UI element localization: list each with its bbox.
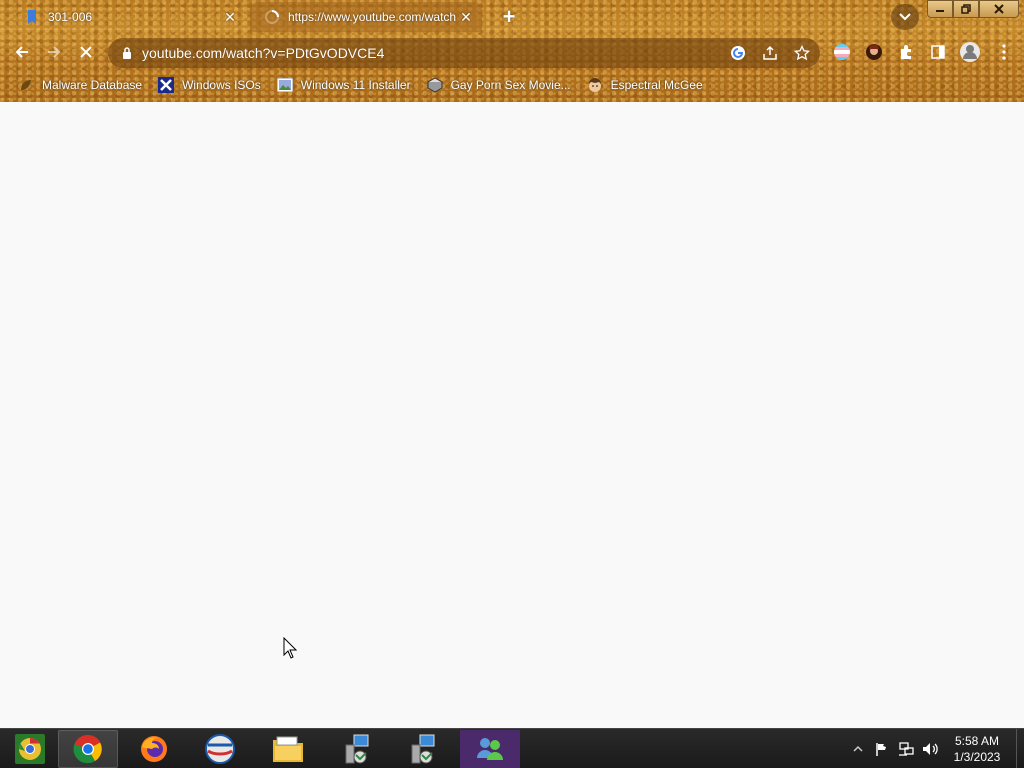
taskbar-users-app[interactable] (460, 730, 520, 768)
x-logo-icon (158, 77, 175, 93)
forward-button[interactable] (40, 38, 68, 66)
bookmark-gay-porn-sex-movie[interactable]: Gay Porn Sex Movie... (421, 74, 577, 96)
taskbar-network-setup-1[interactable] (326, 730, 386, 768)
tab-close-icon[interactable]: ✕ (222, 9, 238, 25)
stop-icon (80, 46, 92, 58)
show-hidden-icons-icon[interactable] (846, 737, 870, 761)
restore-icon (961, 4, 971, 14)
kebab-menu-icon[interactable] (990, 38, 1018, 66)
taskbar: 5:58 AM 1/3/2023 (0, 728, 1024, 768)
minimize-button[interactable] (927, 0, 953, 18)
new-tab-button[interactable]: + (496, 5, 522, 29)
bookmark-label: Malware Database (42, 78, 143, 92)
loading-spinner-icon (264, 9, 280, 25)
arrow-right-icon (48, 46, 61, 58)
bookmark-malware-database[interactable]: Malware Database (12, 74, 148, 96)
tab-title: 301-006 (48, 10, 93, 24)
back-button[interactable] (8, 38, 36, 66)
url-text[interactable]: youtube.com/watch?v=PDtGvODVCE4 (142, 45, 724, 61)
tab-strip: 301-006 ✕ https://www.youtube.com/watch … (0, 0, 1024, 34)
lock-icon[interactable] (120, 47, 134, 59)
users-icon (477, 738, 503, 760)
volume-icon[interactable] (918, 737, 942, 761)
disk-icon (426, 77, 443, 93)
opera-icon (205, 734, 235, 764)
face-icon (587, 77, 603, 93)
profile-avatar-icon[interactable] (956, 38, 984, 66)
bookmark-label: Windows ISOs (182, 78, 261, 92)
tab-301-006[interactable]: 301-006 ✕ (10, 2, 246, 32)
taskbar-network-setup-2[interactable] (392, 730, 452, 768)
image-icon (276, 77, 293, 93)
trans-flag-extension-icon[interactable] (828, 38, 856, 66)
share-icon[interactable] (756, 39, 784, 67)
leaf-icon (18, 77, 34, 93)
chrome-canary-icon (15, 734, 45, 764)
browser-frame: 301-006 ✕ https://www.youtube.com/watch … (0, 0, 1024, 102)
chevron-down-icon (899, 13, 911, 21)
google-lens-icon[interactable] (724, 39, 752, 67)
show-desktop-button[interactable] (1016, 729, 1024, 768)
taskbar-chrome-canary[interactable] (0, 730, 60, 768)
file-explorer-icon (273, 736, 303, 762)
address-bar[interactable]: youtube.com/watch?v=PDtGvODVCE4 (108, 38, 820, 68)
network-icon[interactable] (894, 737, 918, 761)
taskbar-file-explorer[interactable] (258, 730, 318, 768)
tab-search-button[interactable] (891, 4, 919, 30)
stop-loading-button[interactable] (72, 38, 100, 66)
close-window-button[interactable] (979, 0, 1019, 18)
browser-toolbar: youtube.com/watch?v=PDtGvODVCE4 (0, 36, 1024, 70)
tab-close-icon[interactable]: ✕ (458, 9, 474, 25)
close-icon (994, 4, 1004, 14)
mouse-cursor-icon (283, 637, 297, 659)
taskbar-opera[interactable] (190, 730, 250, 768)
network-setup-icon (345, 734, 369, 764)
bookmark-label: Windows 11 Installer (300, 78, 411, 92)
taskbar-chrome[interactable] (58, 730, 118, 768)
puzzle-extensions-icon[interactable] (892, 38, 920, 66)
tab-title: https://www.youtube.com/watch (288, 10, 457, 24)
clock-date: 1/3/2023 (953, 750, 1001, 764)
bookmark-espectral-mcgee[interactable]: Espectral McGee (581, 74, 709, 96)
bookmark-windows-11-installer[interactable]: Windows 11 Installer (271, 74, 417, 96)
firefox-icon (141, 736, 167, 762)
chrome-icon (73, 734, 102, 764)
bookmark-windows-isos[interactable]: Windows ISOs (152, 74, 267, 96)
bookmarks-bar: Malware Database Windows ISOs Windows 11… (0, 72, 1024, 98)
bookmark-blue-icon (24, 9, 40, 25)
tab-youtube[interactable]: https://www.youtube.com/watch ✕ (250, 2, 482, 32)
network-setup-icon (411, 734, 435, 764)
bookmark-label: Gay Porn Sex Movie... (450, 78, 571, 92)
minimize-icon (936, 10, 944, 12)
taskbar-firefox[interactable] (124, 730, 184, 768)
arrow-left-icon (15, 46, 28, 58)
avatar-extension-icon[interactable] (860, 38, 888, 66)
side-panel-icon[interactable] (924, 38, 952, 66)
clock[interactable]: 5:58 AM 1/3/2023 (942, 733, 1012, 765)
action-center-flag-icon[interactable] (870, 737, 894, 761)
bookmark-label: Espectral McGee (610, 78, 703, 92)
star-bookmark-icon[interactable] (788, 39, 816, 67)
system-tray: 5:58 AM 1/3/2023 (846, 729, 1024, 768)
clock-time: 5:58 AM (954, 734, 1000, 748)
page-content[interactable] (0, 102, 1024, 728)
restore-button[interactable] (953, 0, 979, 18)
